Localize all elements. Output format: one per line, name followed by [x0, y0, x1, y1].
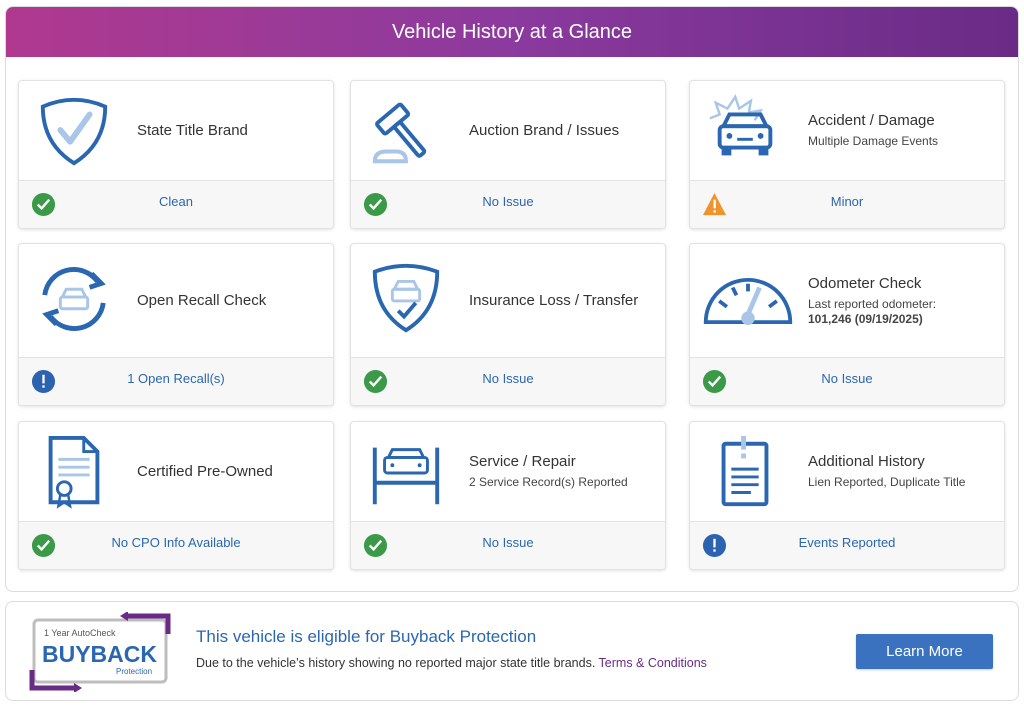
- buyback-banner: 1 Year AutoCheck BUYBACK Protection This…: [5, 601, 1019, 701]
- gavel-icon: [372, 102, 427, 164]
- insurance-shield-icon: [372, 263, 440, 333]
- odometer-label: Last reported odometer:: [808, 296, 937, 311]
- odometer-icon: [703, 278, 793, 325]
- card-subtitle: 2 Service Record(s) Reported: [469, 475, 628, 489]
- buyback-description: Due to the vehicle’s history showing no …: [196, 656, 707, 670]
- history-panel: Vehicle History at a Glance State Title …: [5, 6, 1019, 592]
- card-title: Open Recall Check: [137, 292, 267, 309]
- card-additional-history[interactable]: Additional History Lien Reported, Duplic…: [689, 421, 1005, 570]
- card-title: Service / Repair: [469, 453, 576, 470]
- card-subtitle: Last reported odometer: 101,246 (09/19/2…: [808, 297, 994, 327]
- learn-more-button[interactable]: Learn More: [856, 634, 993, 669]
- status-text: No Issue: [482, 194, 534, 209]
- status-text: No Issue: [482, 371, 534, 386]
- logo-bottom-text: Protection: [116, 667, 152, 676]
- card-open-recall[interactable]: Open Recall Check 1 Open Recall(s): [18, 243, 334, 406]
- card-state-title-brand[interactable]: State Title Brand Clean: [18, 80, 334, 229]
- card-title: Accident / Damage: [808, 112, 935, 129]
- card-subtitle: Lien Reported, Duplicate Title: [808, 475, 966, 489]
- terms-link[interactable]: Terms & Conditions: [599, 656, 707, 670]
- certificate-icon: [48, 435, 100, 509]
- odometer-reading: 101,246 (09/19/2025): [808, 311, 923, 326]
- clipboard-alert-icon: [721, 435, 769, 507]
- buyback-title: This vehicle is eligible for Buyback Pro…: [196, 627, 537, 646]
- status-text: Events Reported: [798, 535, 896, 550]
- card-title: State Title Brand: [137, 122, 248, 139]
- card-subtitle: Multiple Damage Events: [808, 134, 939, 148]
- card-service-repair[interactable]: Service / Repair 2 Service Record(s) Rep…: [350, 421, 666, 570]
- status-text: No Issue: [821, 371, 873, 386]
- status-text: No CPO Info Available: [111, 535, 241, 550]
- card-title: Additional History: [808, 453, 925, 470]
- status-text: No Issue: [482, 535, 534, 550]
- card-insurance-loss[interactable]: Insurance Loss / Transfer No Issue: [350, 243, 666, 406]
- card-certified-pre-owned[interactable]: Certified Pre-Owned No CPO Info Availabl…: [18, 421, 334, 570]
- logo-top-text: 1 Year AutoCheck: [44, 628, 116, 638]
- card-title: Insurance Loss / Transfer: [469, 292, 639, 309]
- card-title: Odometer Check: [808, 274, 922, 292]
- status-text: 1 Open Recall(s): [127, 371, 225, 386]
- buyback-logo: 1 Year AutoCheck BUYBACK Protection: [29, 612, 171, 692]
- card-odometer-check[interactable]: Odometer Check Last reported odometer: 1…: [689, 243, 1005, 406]
- buyback-desc-text: Due to the vehicle’s history showing no …: [196, 656, 596, 670]
- panel-header: Vehicle History at a Glance: [6, 7, 1018, 57]
- status-text: Clean: [159, 194, 193, 209]
- panel-title: Vehicle History at a Glance: [391, 20, 633, 43]
- shield-check-icon: [40, 97, 108, 166]
- car-crash-icon: [709, 94, 773, 156]
- recall-cycle-icon: [42, 267, 106, 331]
- card-accident-damage[interactable]: Accident / Damage Multiple Damage Events…: [689, 80, 1005, 229]
- card-title: Certified Pre-Owned: [137, 463, 273, 480]
- car-lift-icon: [372, 447, 440, 505]
- logo-main-text: BUYBACK: [42, 641, 157, 667]
- card-title: Auction Brand / Issues: [469, 122, 620, 139]
- status-text: Minor: [830, 194, 864, 209]
- card-auction-brand[interactable]: Auction Brand / Issues No Issue: [350, 80, 666, 229]
